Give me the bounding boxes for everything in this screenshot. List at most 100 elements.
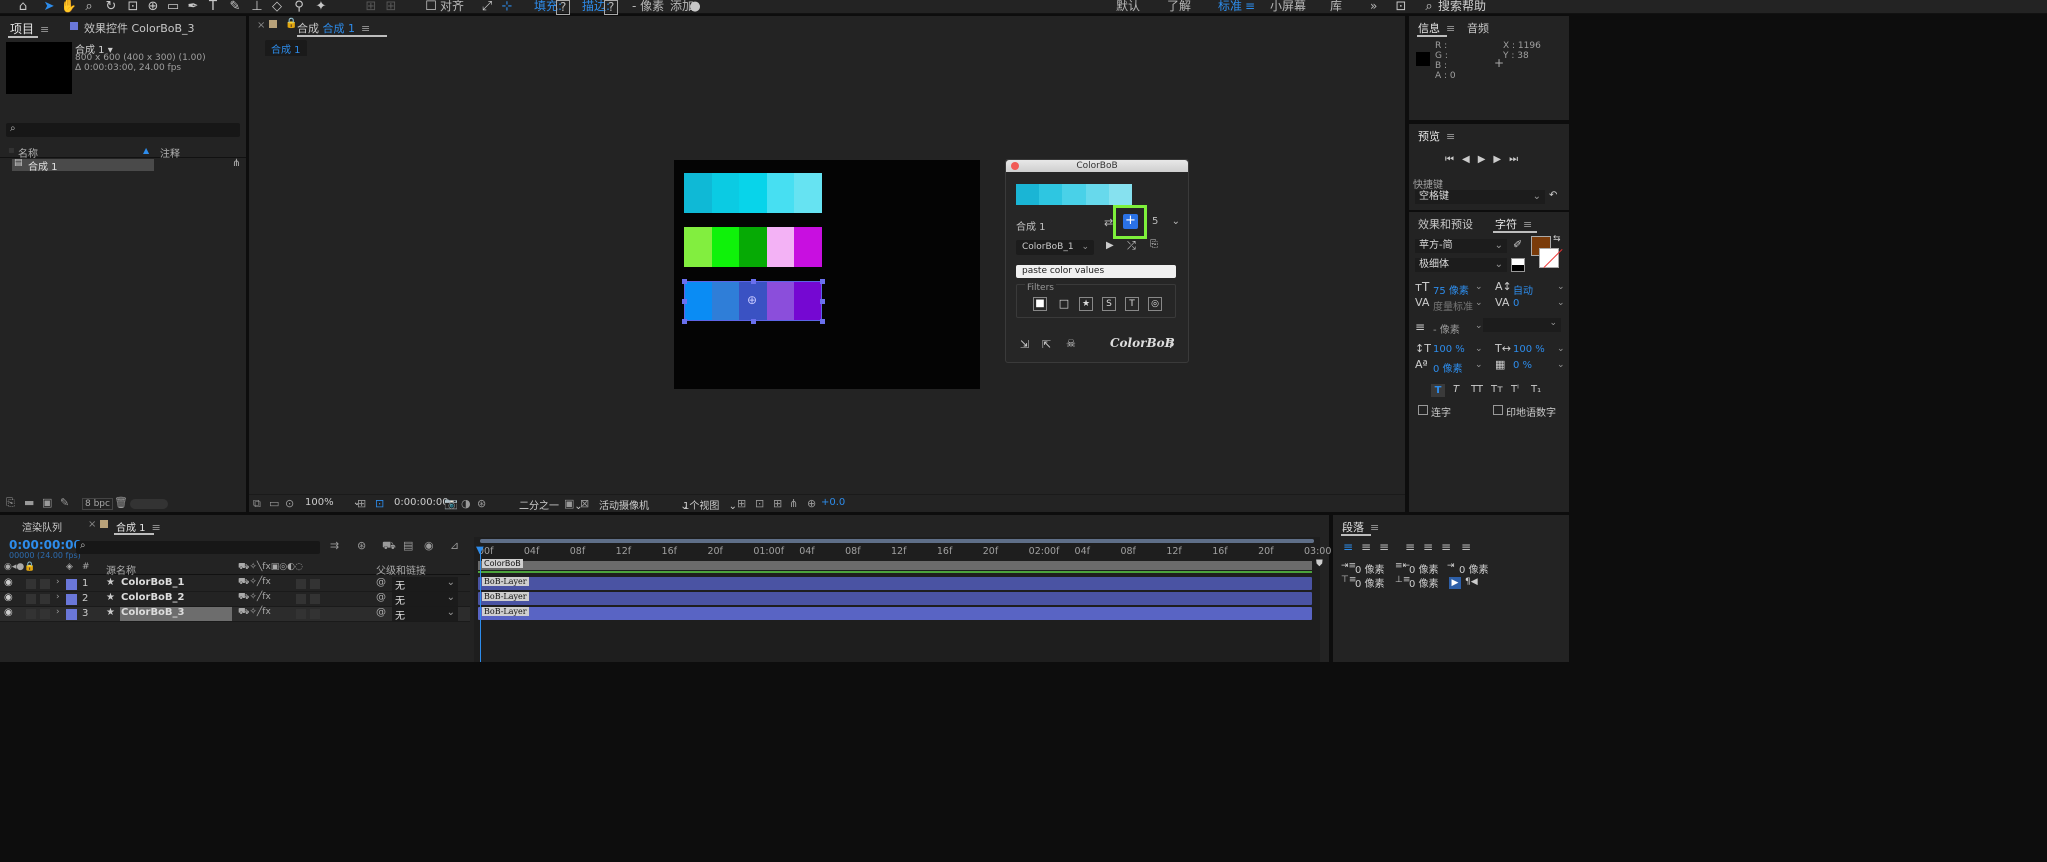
new-comp-icon[interactable]: ▣ [42,494,52,512]
selection-handle[interactable] [751,319,756,324]
tracking-value[interactable]: 0 [1513,298,1519,309]
preview-swatch[interactable] [1016,184,1040,205]
show-snapshot-icon[interactable]: ◑ [461,495,471,513]
thumbnail-slider[interactable] [130,499,168,509]
export-icon[interactable]: ⇱ [1042,338,1051,351]
exposure-reset-icon[interactable]: ⊕ [807,495,816,513]
layer-duration-bar[interactable]: BoB-Layer [478,607,1312,620]
font-size-value[interactable]: 75 像素 [1433,282,1469,297]
views-select[interactable]: 1个视图 ⌄ [683,497,737,512]
comp-bar[interactable]: ColorBoB [478,559,1312,570]
faux-italic-button[interactable]: T [1453,384,1459,395]
skull-icon[interactable]: ☠ [1066,337,1076,350]
shuffle-icon[interactable]: ⤮ [1127,239,1136,253]
preview-swatch[interactable] [1085,184,1109,205]
preview-swatch[interactable] [1108,184,1132,205]
count-select[interactable]: 5 ⌄ [1152,216,1180,227]
fill-swatch[interactable]: ? [556,0,571,15]
play-preview-icon[interactable]: ▶ [1478,154,1494,165]
refresh-icon[interactable]: ⇄ [1104,216,1113,229]
filter-star-icon[interactable]: ★ [1079,297,1093,311]
visibility-eye-icon[interactable]: ◉ [4,577,13,588]
playhead-handle[interactable]: ▼ [476,545,484,556]
3d-icon[interactable]: ⊞ [773,495,782,513]
monitor-icon[interactable]: ▭ [269,495,279,513]
layer-select[interactable]: ColorBoB_1 ⌄ [1016,240,1094,255]
transparency-grid-icon[interactable]: ▣ [564,495,574,513]
playhead[interactable] [480,547,481,662]
comp-mini-flowchart-icon[interactable]: ⇉ [330,537,339,555]
vertical-scale-value[interactable]: 100 % [1433,344,1465,355]
help-button[interactable]: ? [1168,338,1174,351]
workspace-menu-icon[interactable]: ≡ [1245,0,1255,13]
add-color-button[interactable]: + [1123,214,1138,229]
black-white-swatch[interactable] [1511,258,1525,272]
selection-handle[interactable] [682,319,687,324]
label-color[interactable] [66,594,77,605]
camera-select[interactable]: 活动摄像机 ⌄ [599,497,689,512]
time-ruler[interactable]: 00f 04f 08f 12f 16f 20f 01:00f 04f 08f 12f 16f 20f 0… [474,546,1331,558]
align-right-icon[interactable]: ≡ [1379,541,1395,553]
canvas-swatch-r1-c1[interactable] [684,173,712,213]
canvas-swatch-r1-c5[interactable] [794,173,822,213]
selection-handle[interactable] [820,319,825,324]
search-help-input[interactable]: 搜索帮助 [1438,0,1486,13]
selection-handle[interactable] [682,279,687,284]
motion-blur-icon[interactable]: ◉ [424,537,434,555]
canvas-swatch-r2-c3[interactable] [739,227,767,267]
expand-chevron-icon[interactable]: › [56,577,60,587]
clone-stamp-tool-icon[interactable]: ⊥ [246,0,268,14]
table-row[interactable]: ◉ › 2 ★ ColorBoB_2 ⛟✧╱fx @ 无 ⌄ [0,592,470,607]
workspace-default[interactable]: 默认 [1116,0,1140,13]
shape-tool-icon[interactable]: ▭ [162,0,184,14]
snap-target-icon[interactable]: ⊹ [496,0,518,14]
solo-toggle[interactable] [26,594,36,604]
align-left-icon[interactable]: ≡ [1343,541,1359,553]
table-row[interactable]: ◉ › 1 ★ ColorBoB_1 ⛟✧╱fx @ 无 ⌄ [0,577,470,592]
layer-switches[interactable]: ⛟✧╱fx [238,577,271,588]
pen-icon[interactable]: ✎ [60,494,69,512]
selection-handle[interactable] [751,279,756,284]
layer-duration-bar[interactable]: BoB-Layer [478,577,1312,590]
comp-breadcrumb[interactable]: 合成 1 [265,40,307,57]
tab-effects-presets[interactable]: 效果和预设 [1418,216,1473,232]
roto-brush-tool-icon[interactable]: ⚲ [288,0,310,14]
type-tool-icon[interactable]: T [202,0,224,14]
canvas-swatch-r1-c2[interactable] [711,173,740,213]
play-icon[interactable]: ▶ [1106,240,1114,251]
ligature-checkbox[interactable] [1418,405,1428,415]
eyedropper-icon[interactable]: ✐ [1513,238,1522,251]
channel-icon[interactable]: ⊛ [477,495,486,513]
bpc-button[interactable]: 8 bpc [82,498,113,510]
brush-tool-icon[interactable]: ✎ [224,0,246,14]
font-style-select[interactable]: 极细体 ⌄ [1415,258,1507,272]
layer-switches[interactable]: ⛟✧╱fx [238,607,271,618]
eraser-tool-icon[interactable]: ◇ [266,0,288,14]
shortcut-select[interactable]: 空格键 ⌄ [1415,190,1545,204]
indent-right-value[interactable]: 0 像素 [1409,561,1439,576]
horizontal-scale-value[interactable]: 100 % [1513,344,1545,355]
canvas-swatch-r2-c2[interactable] [711,227,740,267]
pan-behind-tool-icon[interactable]: ⊕ [142,0,164,14]
parent-pickwhip-icon[interactable]: @ [376,592,386,603]
visibility-eye-icon[interactable]: ◉ [4,592,13,603]
solo-toggle[interactable] [26,579,36,589]
lock-toggle[interactable] [40,579,50,589]
draft-3d-icon[interactable]: ⊛ [357,537,366,555]
tab-render-queue[interactable]: 渲染队列 [22,519,62,534]
prev-frame-icon[interactable]: ◀ [1462,154,1478,165]
table-row[interactable]: ◉ › 3 ★ ColorBoB_3 ⛟✧╱fx @ 无 ⌄ [0,607,470,622]
label-color[interactable] [66,579,77,590]
grid-icon[interactable]: ⊡ [755,495,764,513]
interpret-footage-icon[interactable]: ⎘ [6,494,15,512]
zoom-tool-icon[interactable]: ⌕ [78,0,100,14]
visibility-eye-icon[interactable]: ◉ [4,607,13,618]
copy-icon[interactable]: ⎘ [1150,239,1158,250]
reset-shortcut-icon[interactable]: ↶ [1549,190,1557,201]
workspace-library[interactable]: 库 [1330,0,1342,13]
swap-colors-icon[interactable]: ⇆ [1553,234,1561,244]
justify-all-icon[interactable]: ≡ [1461,541,1477,553]
tab-timeline-comp[interactable]: 合成 1 ≡ [116,519,161,534]
last-frame-icon[interactable]: ⏭ [1509,154,1526,165]
canvas-swatch-r1-c3[interactable] [739,173,767,213]
